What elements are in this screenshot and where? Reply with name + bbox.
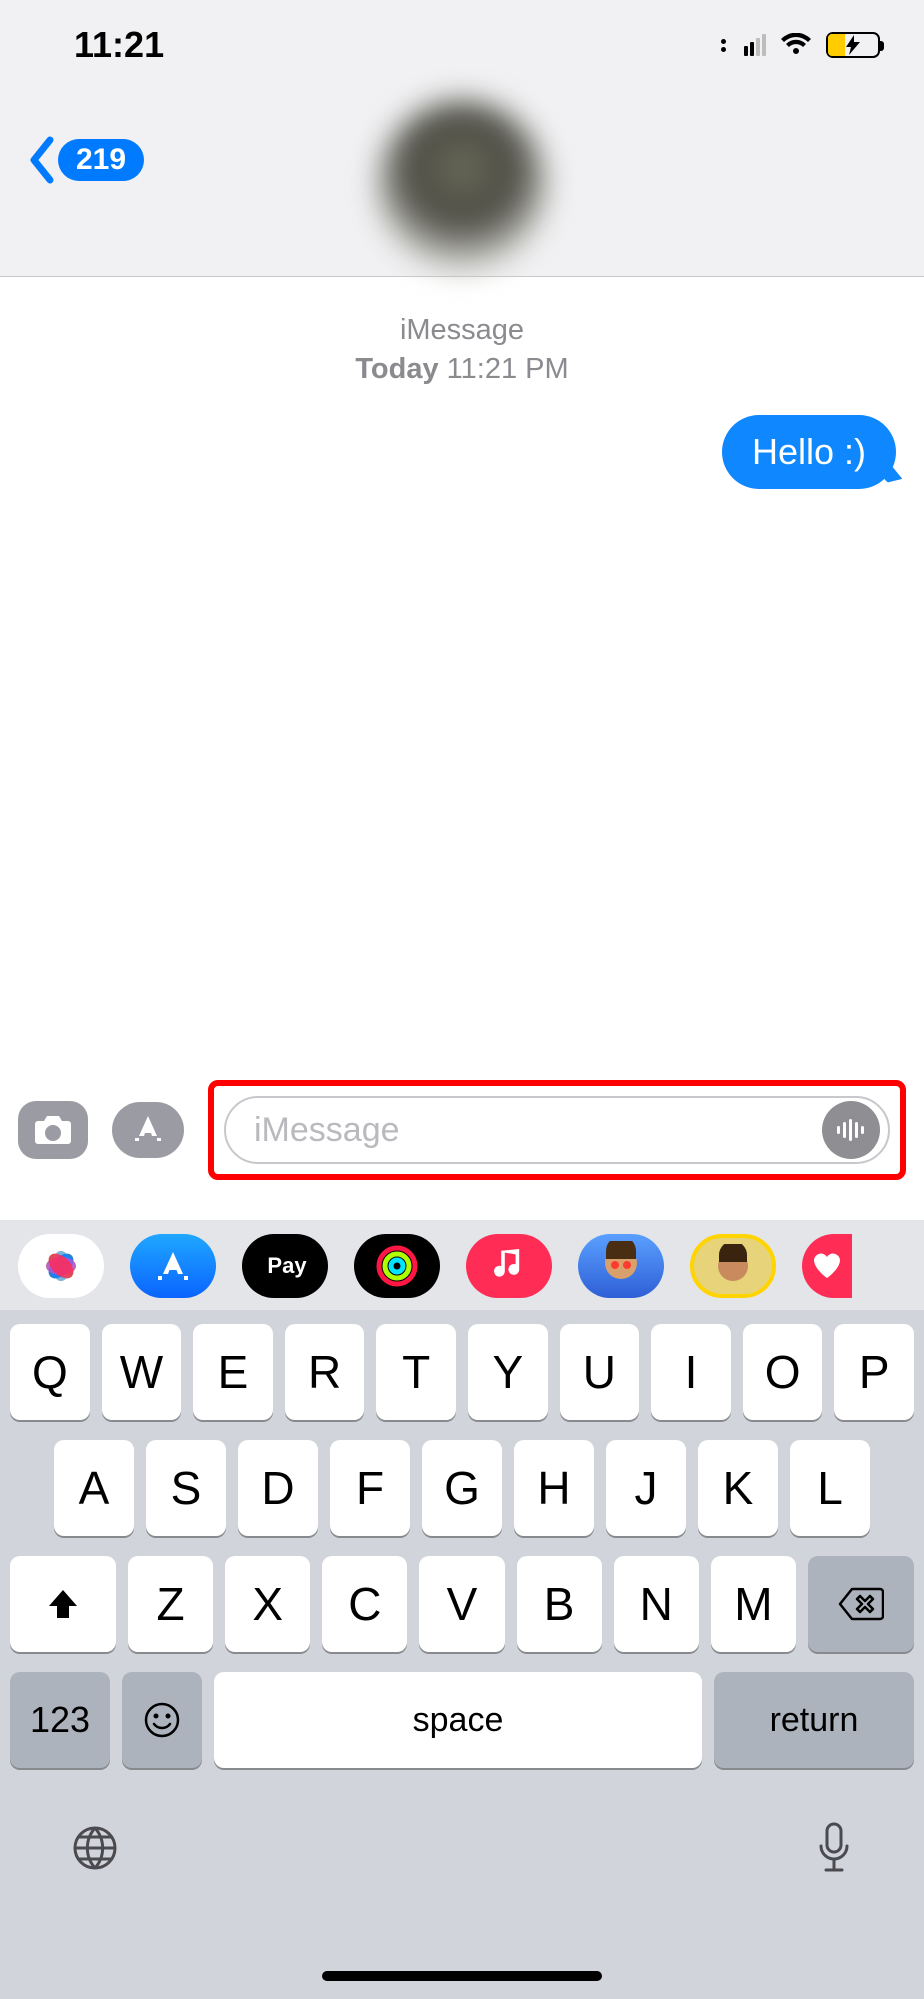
apple-pay-label: Pay: [267, 1253, 306, 1279]
cellular-icon: [744, 34, 766, 56]
charging-bolt-icon: [846, 35, 860, 55]
music-note-icon: [494, 1249, 524, 1283]
apple-music-app-icon[interactable]: [466, 1234, 552, 1298]
conversation-area: iMessage Today 11:21 PM Hello :): [0, 277, 924, 489]
globe-key[interactable]: [70, 1823, 120, 1873]
keyboard-row-2: A S D F G H J K L: [10, 1440, 914, 1536]
key-y[interactable]: Y: [468, 1324, 548, 1420]
fitness-app-icon[interactable]: [354, 1234, 440, 1298]
activity-rings-icon: [375, 1244, 419, 1288]
key-v[interactable]: V: [419, 1556, 504, 1652]
memoji-camera-app-icon[interactable]: [690, 1234, 776, 1298]
key-q[interactable]: Q: [10, 1324, 90, 1420]
timestamp-time: 11:21 PM: [447, 353, 569, 385]
key-h[interactable]: H: [514, 1440, 594, 1536]
apple-pay-app-icon[interactable]: Pay: [242, 1234, 328, 1298]
memoji-face2-icon: [711, 1244, 755, 1288]
emoji-key[interactable]: [122, 1672, 202, 1768]
keyboard-row-1: Q W E R T Y U I O P: [10, 1324, 914, 1420]
key-n[interactable]: N: [614, 1556, 699, 1652]
message-input[interactable]: iMessage: [224, 1096, 890, 1164]
key-b[interactable]: B: [517, 1556, 602, 1652]
key-z[interactable]: Z: [128, 1556, 213, 1652]
battery-icon: [826, 32, 880, 58]
camera-icon: [32, 1113, 74, 1147]
key-j[interactable]: J: [606, 1440, 686, 1536]
wifi-icon: [780, 33, 812, 57]
key-o[interactable]: O: [743, 1324, 823, 1420]
shift-key[interactable]: [10, 1556, 116, 1652]
outgoing-message-bubble[interactable]: Hello :): [722, 415, 896, 489]
unread-count-badge: 219: [58, 139, 144, 181]
keyboard-bottom-row: [10, 1788, 914, 1876]
key-k[interactable]: K: [698, 1440, 778, 1536]
channel-label: iMessage: [28, 311, 896, 350]
messages-header: 11:21 219: [0, 0, 924, 277]
timestamp-day: Today: [355, 353, 438, 385]
key-p[interactable]: P: [834, 1324, 914, 1420]
key-g[interactable]: G: [422, 1440, 502, 1536]
key-l[interactable]: L: [790, 1440, 870, 1536]
memoji-face-icon: [596, 1241, 646, 1291]
message-placeholder: iMessage: [254, 1111, 822, 1150]
back-button[interactable]: 219: [26, 136, 144, 184]
voice-message-button[interactable]: [822, 1101, 880, 1159]
key-d[interactable]: D: [238, 1440, 318, 1536]
status-time: 11:21: [74, 24, 164, 66]
waveform-icon: [835, 1118, 867, 1142]
message-timestamp: iMessage Today 11:21 PM: [28, 311, 896, 389]
key-r[interactable]: R: [285, 1324, 365, 1420]
key-a[interactable]: A: [54, 1440, 134, 1536]
numbers-key[interactable]: 123: [10, 1672, 110, 1768]
key-e[interactable]: E: [193, 1324, 273, 1420]
key-s[interactable]: S: [146, 1440, 226, 1536]
backspace-icon: [838, 1587, 884, 1621]
key-f[interactable]: F: [330, 1440, 410, 1536]
dictation-key[interactable]: [814, 1820, 854, 1876]
digital-touch-app-icon[interactable]: [802, 1234, 852, 1298]
shift-icon: [43, 1584, 83, 1624]
status-bar: 11:21: [0, 0, 924, 66]
key-i[interactable]: I: [651, 1324, 731, 1420]
imessage-app-strip[interactable]: Pay: [0, 1220, 924, 1312]
keyboard-row-3: Z X C V B N M: [10, 1556, 914, 1652]
app-drawer-button[interactable]: [112, 1102, 184, 1158]
dual-sim-icon: [721, 39, 726, 52]
key-c[interactable]: C: [322, 1556, 407, 1652]
emoji-icon: [142, 1700, 182, 1740]
key-m[interactable]: M: [711, 1556, 796, 1652]
return-key[interactable]: return: [714, 1672, 914, 1768]
key-x[interactable]: X: [225, 1556, 310, 1652]
globe-icon: [70, 1823, 120, 1873]
microphone-icon: [814, 1820, 854, 1876]
photos-app-icon[interactable]: [18, 1234, 104, 1298]
contact-avatar[interactable]: [377, 100, 547, 270]
status-right: [721, 32, 880, 58]
compose-bar: iMessage: [0, 1080, 924, 1198]
memoji-app-icon[interactable]: [578, 1234, 664, 1298]
highlight-annotation: iMessage: [208, 1080, 906, 1180]
camera-button[interactable]: [18, 1101, 88, 1159]
key-u[interactable]: U: [560, 1324, 640, 1420]
key-w[interactable]: W: [102, 1324, 182, 1420]
app-store-app-icon[interactable]: [130, 1234, 216, 1298]
space-key[interactable]: space: [214, 1672, 702, 1768]
app-store-icon: [128, 1110, 168, 1150]
backspace-key[interactable]: [808, 1556, 914, 1652]
keyboard: Q W E R T Y U I O P A S D F G H J K L Z …: [0, 1310, 924, 1999]
app-store-a-icon: [153, 1246, 193, 1286]
photos-icon: [41, 1246, 81, 1286]
chevron-left-icon: [26, 136, 56, 184]
home-indicator[interactable]: [322, 1971, 602, 1981]
heart-icon: [812, 1252, 842, 1280]
keyboard-row-4: 123 space return: [10, 1672, 914, 1768]
key-t[interactable]: T: [376, 1324, 456, 1420]
message-row: Hello :): [28, 415, 896, 489]
